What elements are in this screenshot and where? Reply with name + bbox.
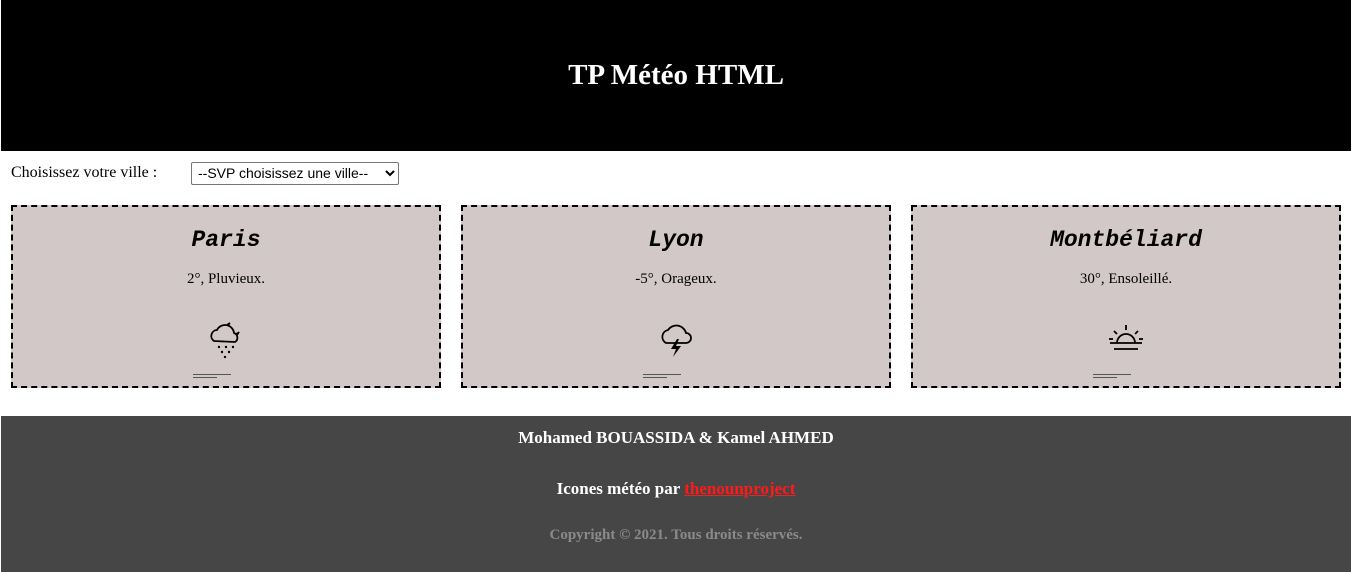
card-weather-text: -5°, Orageux. — [635, 271, 717, 287]
footer-authors: Mohamed BOUASSIDA & Kamel AHMED — [518, 428, 834, 447]
icon-credit-mark — [1093, 373, 1133, 379]
city-selector-row: Choisissez votre ville : --SVP choisisse… — [11, 161, 399, 185]
weather-card-paris: Paris 2°, Pluvieux. — [11, 205, 441, 388]
thenounproject-link[interactable]: thenounproject — [684, 479, 795, 498]
storm-icon — [661, 324, 692, 357]
cloud-moon-snow-icon — [210, 322, 240, 359]
sunrise-icon — [1109, 325, 1143, 350]
page-footer: Mohamed BOUASSIDA & Kamel AHMED Icones m… — [1, 416, 1351, 572]
card-city-name: Montbéliard — [1050, 227, 1202, 253]
city-select[interactable]: --SVP choisissez une ville-- — [191, 161, 399, 185]
icon-credit-mark — [643, 373, 683, 379]
card-city-name: Lyon — [648, 227, 704, 253]
card-city-name: Paris — [191, 227, 261, 253]
icons-credit-label: Icones météo par — [556, 479, 680, 498]
footer-icons-credit: Icones météo par thenounproject — [1, 479, 1351, 499]
page-header: TP Météo HTML — [1, 0, 1351, 151]
city-selector-label: Choisissez votre ville : — [11, 164, 158, 181]
card-weather-text: 30°, Ensoleillé. — [1079, 271, 1173, 287]
page-title: TP Météo HTML — [568, 59, 784, 91]
weather-card-lyon: Lyon -5°, Orageux. — [461, 205, 891, 388]
icon-credit-mark — [193, 373, 233, 379]
footer-copyright: Copyright © 2021. Tous droits réservés. — [549, 527, 803, 543]
card-weather-text: 2°, Pluvieux. — [186, 271, 266, 287]
weather-card-montbeliard: Montbéliard 30°, Ensoleillé. — [911, 205, 1341, 388]
